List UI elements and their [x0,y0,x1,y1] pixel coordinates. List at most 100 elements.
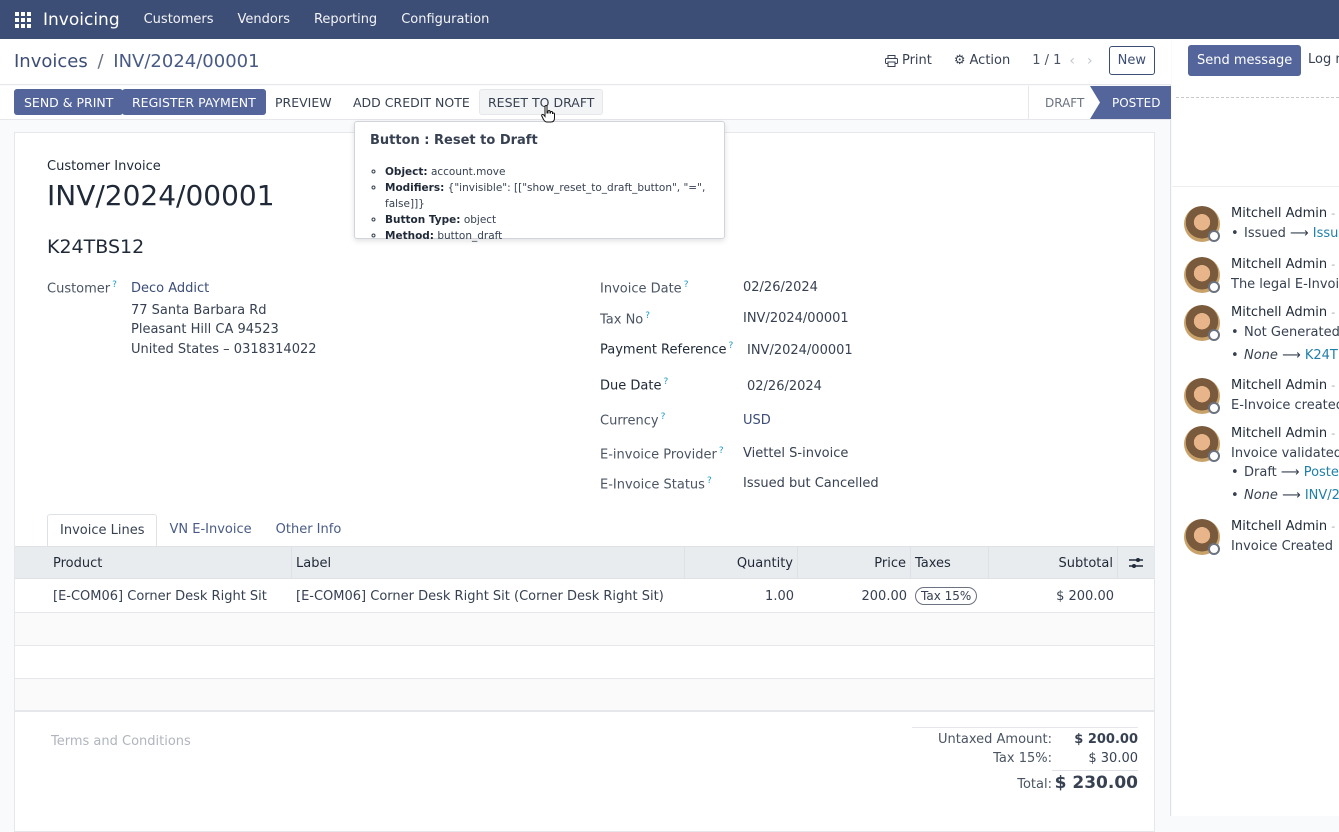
tax-row: Tax 15%: $ 30.00 [912,751,1138,766]
chatter-message: Mitchell Admin - a The legal E-Invoice [1184,257,1339,297]
invoice-date-label: Invoice Date? [600,280,689,297]
col-quantity[interactable]: Quantity [685,547,798,579]
einvoice-provider-label: E-invoice Provider? [600,446,724,463]
send-and-print-button[interactable]: SEND & PRINT [14,89,124,115]
message-body: Invoice validated [1231,446,1339,461]
tab-other-info[interactable]: Other Info [264,514,354,547]
payment-reference-value[interactable]: INV/2024/00001 [747,343,853,358]
col-taxes[interactable]: Taxes [911,547,989,579]
control-panel: Invoices / INV/2024/00001 Print ⚙ Action… [0,39,1171,85]
send-message-button[interactable]: Send message [1188,45,1302,76]
chatter-message: Mitchell Admin - a Issued ⟶ Issu [1184,206,1339,246]
log-note-button[interactable]: Log note [1308,52,1339,67]
customer-link[interactable]: Deco Addict [131,281,209,296]
tooltip-item: Method: button_draft [385,228,724,244]
untaxed-row: Untaxed Amount: $ 200.00 [912,732,1138,747]
control-panel-actions: Print ⚙ Action 1 / 1 ‹ › New [884,46,1155,75]
line-label[interactable]: [E-COM06] Corner Desk Right Sit (Corner … [292,580,668,612]
tax-no-value[interactable]: INV/2024/00001 [743,311,849,326]
print-button[interactable]: Print [884,53,932,68]
chatter: Send message Log note Mitchell Admin - a… [1172,39,1339,816]
einvoice-status-label: E-Invoice Status? [600,476,712,493]
top-navbar: Invoicing Customers Vendors Reporting Co… [0,0,1339,39]
message-author: Mitchell Admin - 1 [1231,426,1339,441]
breadcrumb-parent[interactable]: Invoices [14,51,88,72]
app-name[interactable]: Invoicing [43,10,120,30]
currency-value[interactable]: USD [743,413,771,428]
breadcrumb: Invoices / INV/2024/00001 [14,51,260,72]
tracking-line: Not Generated [1231,325,1339,340]
tracking-line: Draft ⟶ Poste [1231,465,1339,480]
tracking-line: None ⟶ INV/2 [1231,488,1339,503]
message-body: E-Invoice created c [1231,398,1339,413]
line-price[interactable]: 200.00 [798,580,911,612]
line-quantity[interactable]: 1.00 [685,580,798,612]
register-payment-button[interactable]: REGISTER PAYMENT [122,89,266,115]
tooltip-item: Button Type: object [385,212,724,228]
untaxed-label: Untaxed Amount: [938,732,1052,747]
breadcrumb-current: INV/2024/00001 [113,51,260,72]
chatter-message: Mitchell Admin - 1 Invoice Created [1184,519,1339,559]
message-body: Invoice Created [1231,539,1334,554]
preview-button[interactable]: PREVIEW [267,89,340,115]
tooltip-list: Object: account.move Modifiers: {"invisi… [385,164,724,244]
printer-icon [884,54,898,67]
einvoice-status-value: Issued but Cancelled [743,476,879,491]
chatter-message: Mitchell Admin - 1 Invoice validated Dra… [1184,426,1339,510]
stage-draft[interactable]: DRAFT [1028,86,1092,119]
empty-row [15,679,1154,712]
address-line: Pleasant Hill CA 94523 [131,322,279,337]
tracking-line: None ⟶ K24T [1231,348,1338,363]
payment-reference-label: Payment Reference? [600,341,734,358]
message-author: Mitchell Admin - 9 [1231,378,1339,393]
col-product[interactable]: Product [49,547,292,579]
menu-customers[interactable]: Customers [144,12,214,27]
optional-columns-toggle[interactable] [1118,547,1154,579]
status-icon [1208,329,1220,341]
stage-posted[interactable]: POSTED [1090,86,1171,119]
chatter-divider [1172,186,1339,187]
action-label: Action [969,53,1011,68]
debug-tooltip: Button : Reset to Draft Object: account.… [354,121,725,242]
due-date-value[interactable]: 02/26/2024 [747,379,822,394]
form-statusbar: SEND & PRINT REGISTER PAYMENT PREVIEW AD… [0,86,1171,120]
tooltip-item: Modifiers: {"invisible": [["show_reset_t… [385,180,724,212]
gear-icon: ⚙ [953,53,966,68]
terms-and-conditions-input[interactable]: Terms and Conditions [51,734,191,749]
arrow-right-icon: ⟶ [1282,488,1301,503]
apps-grid-icon[interactable] [15,11,31,28]
line-taxes[interactable]: Tax 15% [911,580,981,612]
line-product[interactable]: [E-COM06] Corner Desk Right Sit [49,580,271,612]
message-author: Mitchell Admin - 1 [1231,519,1339,534]
tab-vn-einvoice[interactable]: VN E-Invoice [157,514,263,547]
pager-value[interactable]: 1 / 1 [1032,53,1061,68]
pager-prev-icon[interactable]: ‹ [1069,53,1075,69]
notebook-tabs: Invoice Lines VN E-Invoice Other Info [47,514,353,547]
status-icon [1208,450,1220,462]
chatter-message: Mitchell Admin - 9 Not Generated None ⟶ … [1184,305,1339,369]
total-label: Total: [1017,777,1052,792]
menu-configuration[interactable]: Configuration [401,12,489,27]
col-price[interactable]: Price [798,547,911,579]
chatter-divider [1176,97,1339,98]
einvoice-provider-value[interactable]: Viettel S-invoice [743,446,848,461]
arrow-right-icon: ⟶ [1280,465,1300,480]
invoice-date-value[interactable]: 02/26/2024 [743,280,818,295]
new-button[interactable]: New [1108,46,1155,75]
tab-invoice-lines[interactable]: Invoice Lines [47,514,158,547]
table-row[interactable]: [E-COM06] Corner Desk Right Sit [E-COM06… [15,580,1154,613]
status-icon [1208,543,1220,555]
menu-vendors[interactable]: Vendors [238,12,290,27]
pager-next-icon[interactable]: › [1087,53,1093,69]
total-row: Total: $ 230.00 [912,770,1138,793]
col-label[interactable]: Label [292,547,685,579]
menu-reporting[interactable]: Reporting [314,12,377,27]
tax-value: $ 30.00 [1088,751,1138,766]
invoice-type: Customer Invoice [47,159,161,174]
add-credit-note-button[interactable]: ADD CREDIT NOTE [345,89,478,115]
action-button[interactable]: ⚙ Action [954,53,1010,68]
invoice-reference: K24TBS12 [47,236,145,258]
col-subtotal[interactable]: Subtotal [989,547,1118,579]
untaxed-value: $ 200.00 [1074,732,1138,747]
arrow-right-icon: ⟶ [1282,348,1301,363]
